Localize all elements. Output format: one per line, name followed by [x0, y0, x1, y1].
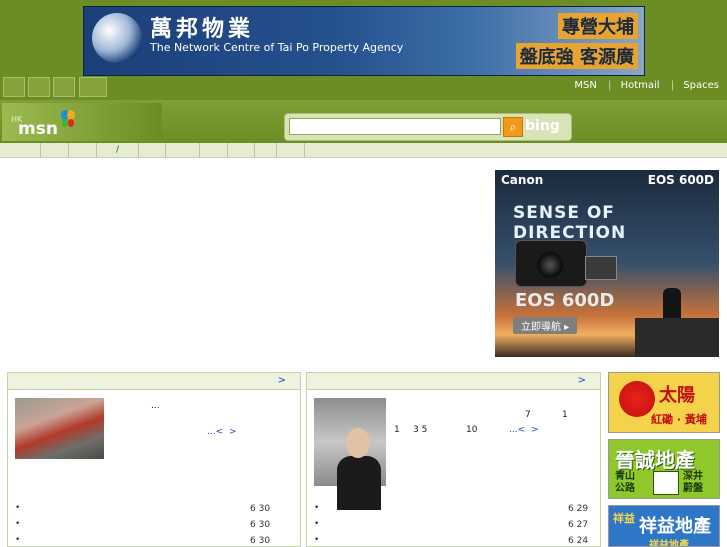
separator: | — [670, 80, 675, 91]
more-link[interactable]: > — [578, 375, 586, 386]
agency-logo — [92, 13, 142, 63]
banner-tag-1: 專營大埔 — [558, 13, 638, 39]
property-agency-banner[interactable]: 萬邦物業 The Network Centre of Tai Po Proper… — [83, 6, 645, 76]
sun-icon — [619, 381, 655, 417]
ad-model: EOS 600D — [647, 173, 714, 187]
sidebar-ad-taiyang[interactable]: 太陽 紅磡 · 黃埔 — [608, 372, 720, 433]
sidebar-ad-title: 祥益地產 — [639, 516, 711, 537]
bullet: • — [15, 519, 21, 529]
nav-item-3[interactable] — [69, 143, 97, 157]
sidebar-ad-left: 青山 公路 — [615, 471, 635, 494]
bullet: • — [314, 519, 320, 529]
canon-ad[interactable]: Canon EOS 600D SENSE OF DIRECTION EOS 60… — [495, 170, 719, 357]
msn-link[interactable]: MSN — [574, 80, 596, 91]
nav-item-8[interactable] — [228, 143, 255, 157]
text-number: 1 — [562, 410, 568, 420]
nav-item-10[interactable] — [277, 143, 305, 157]
bing-logo: bing — [525, 118, 560, 134]
bullet: • — [314, 535, 320, 545]
building-icon — [653, 471, 679, 495]
text-number: 3 5 — [413, 425, 428, 435]
nav-bar: / — [0, 143, 727, 158]
search-input[interactable] — [289, 118, 501, 135]
search-icon: ⌕ — [509, 120, 517, 134]
nav-item-2[interactable] — [41, 143, 69, 157]
person-face — [346, 428, 370, 458]
sidebar-ad-title: 晉誠地產 — [615, 448, 695, 472]
nav-item-5[interactable] — [139, 143, 166, 157]
bullet: • — [15, 503, 21, 513]
banner-subtitle: The Network Centre of Tai Po Property Ag… — [150, 41, 404, 54]
read-more-link[interactable]: ...< — [509, 425, 525, 435]
ad-brand: Canon — [501, 173, 544, 187]
header-tab-1[interactable] — [3, 77, 25, 97]
nav-item-4[interactable]: / — [97, 143, 139, 157]
hotmail-link[interactable]: Hotmail — [621, 80, 660, 91]
banner-tag-2: 盤底強 客源廣 — [515, 43, 638, 69]
msn-logo[interactable]: HK msn — [2, 103, 162, 141]
camera-lens — [537, 252, 563, 278]
banner-title: 萬邦物業 — [150, 16, 255, 42]
sidebar-ad-sub: 祥益地產 — [649, 540, 689, 547]
news-thumbnail[interactable] — [15, 398, 104, 459]
news-date: 6 30 — [250, 504, 271, 514]
nav-item-1[interactable] — [0, 143, 41, 157]
read-more-link[interactable]: ...< — [207, 427, 223, 437]
panel-header: > — [307, 373, 600, 390]
read-more-arrow[interactable]: > — [531, 425, 539, 435]
bullet: • — [314, 503, 320, 513]
header-tab-2[interactable] — [28, 77, 50, 97]
ad-model-large: EOS 600D — [515, 290, 615, 311]
top-links: MSN | Hotmail | Spaces — [568, 80, 719, 91]
header-tab-4[interactable] — [79, 77, 107, 97]
news-thumbnail[interactable] — [314, 398, 386, 510]
text-number: 7 — [525, 410, 531, 420]
search-box: ⌕ bing — [284, 113, 572, 141]
sidebar-ad-prefix: 祥益 — [613, 512, 635, 525]
sidebar-ad-xiangyi[interactable]: 祥益 祥益地產 祥益地產 — [608, 505, 720, 547]
text-number: 1 — [394, 425, 400, 435]
headline-ellipsis: ... — [151, 401, 160, 411]
news-panel-2: > 7 1 1 3 5 10 ...< > • 6 29 • 6 27 • 6 … — [306, 372, 601, 547]
panel-header: > — [8, 373, 300, 390]
sidebar-ad-title: 太陽 — [659, 385, 695, 406]
butterfly-icon — [61, 110, 75, 127]
nav-item-6[interactable] — [166, 143, 200, 157]
read-more-arrow[interactable]: > — [229, 427, 237, 437]
bullet: • — [15, 535, 21, 545]
sidebar-ad-jincheng[interactable]: 晉誠地產 青山 公路 深井 蔚盤 — [608, 439, 720, 499]
person-suit — [337, 456, 381, 510]
nav-item-7[interactable] — [200, 143, 228, 157]
news-date: 6 29 — [568, 504, 589, 514]
separator: | — [608, 80, 612, 91]
sidebar-ad-right: 深井 蔚盤 — [683, 471, 703, 494]
ad-cta-button[interactable]: 立即導航 ▸ — [513, 317, 578, 334]
search-button[interactable]: ⌕ — [503, 117, 523, 137]
ad-tagline: SENSE OF DIRECTION — [513, 203, 627, 243]
ad-boat — [635, 318, 719, 357]
news-date: 6 30 — [250, 520, 271, 530]
nav-slash: / — [115, 145, 120, 155]
camera-screen — [585, 256, 617, 280]
news-date: 6 27 — [568, 520, 589, 530]
more-link[interactable]: > — [278, 375, 286, 386]
text-number: 10 — [466, 425, 478, 435]
spaces-link[interactable]: Spaces — [683, 80, 719, 91]
header-tab-3[interactable] — [53, 77, 75, 97]
sidebar-ad-sub: 紅磡 · 黃埔 — [651, 413, 707, 426]
news-panel-1: > ... ...< > • 6 30 • 6 30 • 6 30 — [7, 372, 301, 547]
ad-person — [663, 288, 681, 318]
msn-wordmark: msn — [18, 119, 58, 139]
nav-item-9[interactable] — [255, 143, 277, 157]
